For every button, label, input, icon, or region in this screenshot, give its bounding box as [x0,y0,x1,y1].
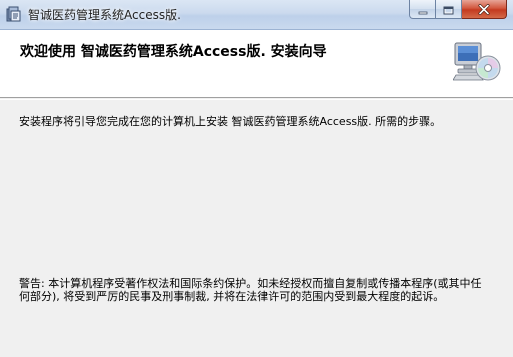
installer-icon[interactable] [6,6,22,22]
window-controls [409,0,507,20]
intro-text: 安装程序将引导您完成在您的计算机上安装 智诚医药管理系统Access版. 所需的… [19,115,442,128]
wizard-body: 安装程序将引导您完成在您的计算机上安装 智诚医药管理系统Access版. 所需的… [0,99,513,357]
maximize-button[interactable] [436,0,462,19]
close-button[interactable] [462,0,507,19]
wizard-header: 欢迎使用 智诚医药管理系统Access版. 安装向导 [0,30,513,98]
wizard-title: 欢迎使用 智诚医药管理系统Access版. 安装向导 [20,44,327,60]
title-bar[interactable]: 智诚医药管理系统Access版. [0,0,513,30]
computer-cd-icon [452,41,501,83]
minimize-button[interactable] [409,0,436,19]
maximize-icon [443,0,454,19]
window-title: 智诚医药管理系统Access版. [28,8,181,22]
copyright-warning: 警告: 本计算机程序受著作权法和国际条约保护。如未经授权而擅自复制或传播本程序(… [19,277,482,303]
minimize-icon [418,0,428,19]
close-icon [478,0,490,19]
